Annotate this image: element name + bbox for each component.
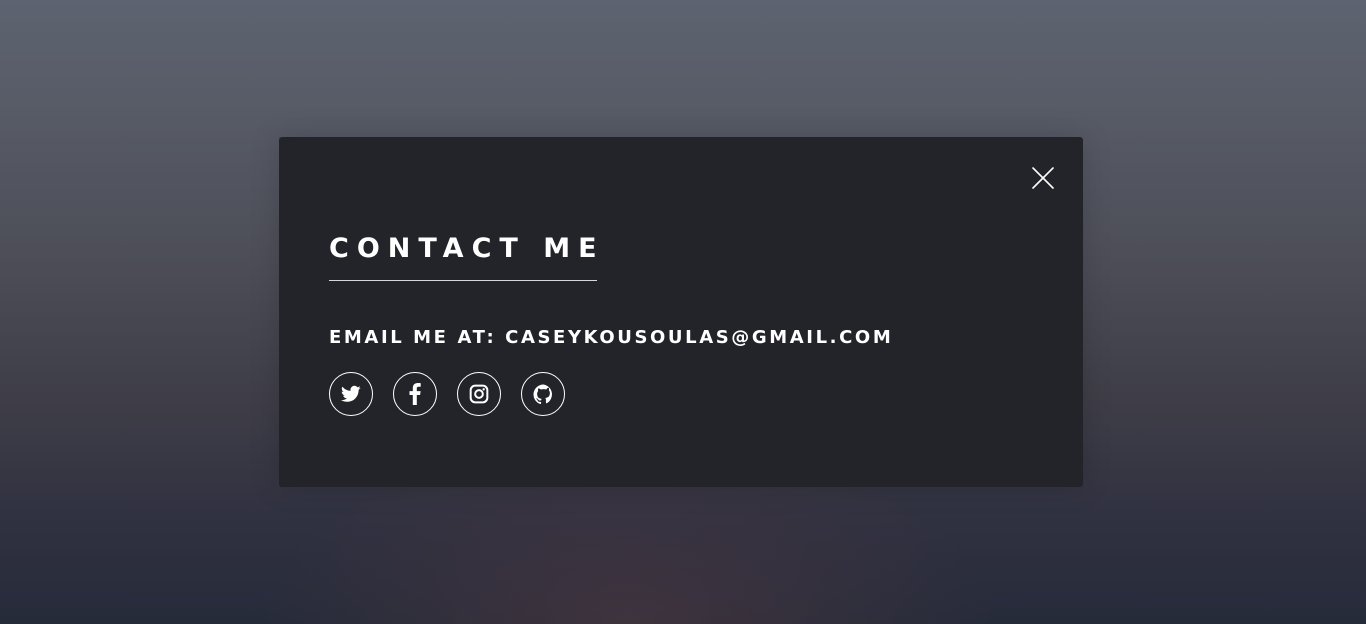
instagram-icon bbox=[469, 384, 489, 404]
twitter-icon bbox=[341, 385, 361, 402]
email-address-link[interactable]: CASEYKOUSOULAS@GMAIL.COM bbox=[505, 327, 893, 348]
contact-modal: CONTACT ME EMAIL ME AT: CASEYKOUSOULAS@G… bbox=[279, 137, 1083, 487]
email-label: EMAIL ME AT: bbox=[329, 327, 497, 348]
close-button[interactable] bbox=[1031, 166, 1055, 190]
instagram-button[interactable] bbox=[457, 372, 501, 416]
github-button[interactable] bbox=[521, 372, 565, 416]
facebook-button[interactable] bbox=[393, 372, 437, 416]
github-icon bbox=[532, 383, 552, 404]
twitter-button[interactable] bbox=[329, 372, 373, 416]
modal-title: CONTACT ME bbox=[329, 233, 605, 264]
title-underline bbox=[329, 280, 597, 281]
close-icon bbox=[1032, 167, 1054, 189]
email-line: EMAIL ME AT: CASEYKOUSOULAS@GMAIL.COM bbox=[329, 325, 893, 351]
facebook-icon bbox=[409, 383, 421, 405]
